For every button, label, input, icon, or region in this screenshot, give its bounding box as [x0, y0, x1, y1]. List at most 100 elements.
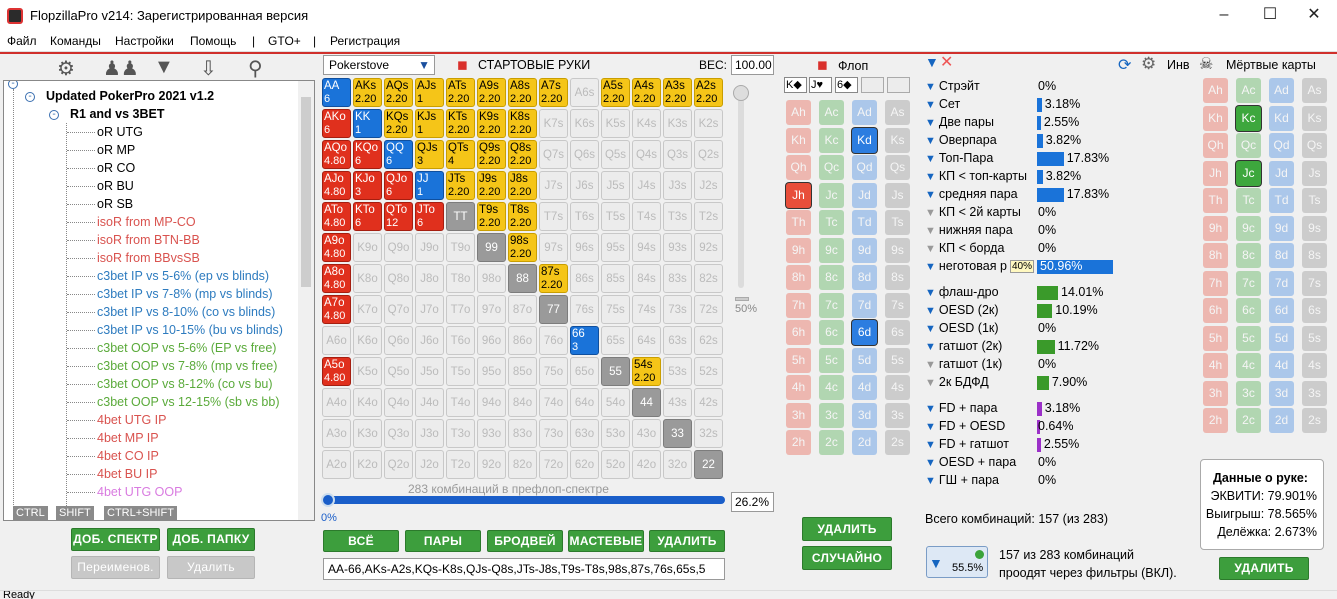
hand-cell-T7o[interactable]: T7o [446, 295, 475, 324]
hand-cell-QTo[interactable]: QTo 12 [384, 202, 413, 231]
hand-cell-T7s[interactable]: T7s [539, 202, 568, 231]
hand-cell-97o[interactable]: 97o [477, 295, 506, 324]
filter-icon[interactable]: ▼ [925, 359, 936, 371]
hand-cell-J8s[interactable]: J8s 2.20 [508, 171, 537, 200]
tree-item[interactable]: oR MP [97, 143, 135, 157]
dead-card-2s[interactable]: 2s [1302, 408, 1327, 433]
invert-label[interactable]: Инв [1167, 58, 1190, 72]
filter-row[interactable]: ▼ ГШ + пара [925, 473, 999, 487]
flop-card-2[interactable]: J♥ [809, 77, 832, 93]
hand-cell-AQs[interactable]: AQs 2.20 [384, 78, 413, 107]
dead-card-4s[interactable]: 4s [1302, 353, 1327, 378]
flop-card-9c[interactable]: 9c [819, 237, 844, 263]
dead-card-5d[interactable]: 5d [1269, 325, 1294, 351]
flop-card-8s[interactable]: 8s [885, 265, 910, 290]
broadway-button[interactable]: БРОДВЕЙ [487, 530, 563, 552]
weight-input[interactable]: 100.00 [731, 55, 774, 75]
filter-icon[interactable]: ▼ [925, 135, 936, 147]
flop-card-Th[interactable]: Th [786, 210, 811, 235]
tree-item[interactable]: c3bet OOP vs 5-6% (EP vs free) [97, 341, 276, 355]
flop-card-Jc[interactable]: Jc [819, 182, 844, 208]
hand-cell-94o[interactable]: 94o [477, 388, 506, 417]
menu-settings[interactable]: Настройки [115, 34, 174, 48]
hand-cell-54s[interactable]: 54s 2.20 [632, 357, 661, 386]
hand-cell-ATs[interactable]: ATs 2.20 [446, 78, 475, 107]
hand-cell-A9s[interactable]: A9s 2.20 [477, 78, 506, 107]
filter-row[interactable]: ▼ FD + гатшот [925, 437, 1009, 451]
filter-row[interactable]: ▼ неготовая р [925, 259, 1007, 273]
filter-row[interactable]: ▼ OESD (2к) [925, 303, 999, 317]
flop-card-5h[interactable]: 5h [786, 347, 811, 373]
hand-cell-T2s[interactable]: T2s [694, 202, 723, 231]
flop-card-Qh[interactable]: Qh [786, 155, 811, 180]
flop-card-5s[interactable]: 5s [885, 347, 910, 373]
filter-icon[interactable]: ▼ [925, 171, 936, 183]
hand-cell-Q5s[interactable]: Q5s [601, 140, 630, 169]
hand-cell-K9o[interactable]: K9o [353, 233, 382, 262]
hand-cell-62o[interactable]: 62o [570, 450, 599, 479]
hand-cell-Q3s[interactable]: Q3s [663, 140, 692, 169]
flop-card-Qd[interactable]: Qd [852, 155, 877, 180]
hand-cell-Q8s[interactable]: Q8s 2.20 [508, 140, 537, 169]
flop-card-Kd[interactable]: Kd [852, 127, 877, 153]
tree-item[interactable]: oR BU [97, 179, 134, 193]
hand-cell-K3s[interactable]: K3s [663, 109, 692, 138]
hand-cell-Q8o[interactable]: Q8o [384, 264, 413, 293]
hand-cell-52o[interactable]: 52o [601, 450, 630, 479]
hand-cell-J3s[interactable]: J3s [663, 171, 692, 200]
range-text-input[interactable]: AA-66,AKs-A2s,KQs-K8s,QJs-Q8s,JTs-J8s,T9… [323, 558, 725, 580]
hand-cell-T3o[interactable]: T3o [446, 419, 475, 448]
hand-cell-75o[interactable]: 75o [539, 357, 568, 386]
hand-cell-87s[interactable]: 87s 2.20 [539, 264, 568, 293]
hand-cell-AA[interactable]: AA 6 [322, 78, 351, 107]
hand-cell-93s[interactable]: 93s [663, 233, 692, 262]
tree-item[interactable]: oR UTG [97, 125, 143, 139]
dead-card-Qs[interactable]: Qs [1302, 133, 1327, 158]
combo-slider-track[interactable] [323, 496, 725, 504]
hand-cell-88[interactable]: 88 [508, 264, 537, 293]
collapse-icon[interactable]: - [25, 92, 35, 102]
filter-icon[interactable]: ▼ [925, 117, 936, 129]
hand-cell-53o[interactable]: 53o [601, 419, 630, 448]
flop-card-9h[interactable]: 9h [786, 237, 811, 263]
filter-row[interactable]: ▼ гатшот (2к) [925, 339, 1002, 353]
hand-cell-52s[interactable]: 52s [694, 357, 723, 386]
delete-button[interactable]: Удалить [167, 556, 255, 579]
flop-card-4h[interactable]: 4h [786, 375, 811, 400]
filter-icon[interactable]: ▼ [925, 207, 936, 219]
hand-cell-64s[interactable]: 64s [632, 326, 661, 355]
weight-slider-thumb[interactable] [733, 85, 749, 101]
hand-cell-A2o[interactable]: A2o [322, 450, 351, 479]
hand-cell-J2o[interactable]: J2o [415, 450, 444, 479]
hand-cell-96s[interactable]: 96s [570, 233, 599, 262]
hand-cell-J7s[interactable]: J7s [539, 171, 568, 200]
add-folder-button[interactable]: ДОБ. ПАПКУ [167, 528, 255, 551]
hand-cell-77[interactable]: 77 [539, 295, 568, 324]
tree-item[interactable]: isoR from MP-CO [97, 215, 196, 229]
flop-card-2c[interactable]: 2c [819, 430, 844, 455]
hand-cell-96o[interactable]: 96o [477, 326, 506, 355]
dead-card-5c[interactable]: 5c [1236, 325, 1261, 351]
hand-cell-32o[interactable]: 32o [663, 450, 692, 479]
hand-cell-Q9s[interactable]: Q9s 2.20 [477, 140, 506, 169]
flop-card-Ad[interactable]: Ad [852, 100, 877, 125]
dead-card-3s[interactable]: 3s [1302, 380, 1327, 406]
tree-folder[interactable]: R1 and vs 3BET [70, 107, 164, 121]
hand-cell-42o[interactable]: 42o [632, 450, 661, 479]
hand-cell-AJs[interactable]: AJs 1 [415, 78, 444, 107]
filter-row[interactable]: ▼ КП < топ-карты [925, 169, 1027, 183]
dead-card-Ts[interactable]: Ts [1302, 188, 1327, 213]
hand-cell-T3s[interactable]: T3s [663, 202, 692, 231]
hand-cell-A5o[interactable]: A5o 4.80 [322, 357, 351, 386]
range-tree[interactable]: - - Updated PokerPro 2021 v1.2 - R1 and … [3, 80, 315, 521]
filter-row[interactable]: ▼ КП < 2й карты [925, 205, 1021, 219]
tree-item[interactable]: 4bet UTG OOP [97, 485, 182, 499]
filter-icon[interactable]: ▼ [925, 99, 936, 111]
tree-item[interactable]: oR CO [97, 161, 135, 175]
flop-card-6c[interactable]: 6c [819, 320, 844, 345]
dead-card-5h[interactable]: 5h [1203, 325, 1228, 351]
filter-icon[interactable]: ▼ [925, 225, 936, 237]
dead-card-Kd[interactable]: Kd [1269, 105, 1294, 131]
hand-cell-98o[interactable]: 98o [477, 264, 506, 293]
hand-cell-64o[interactable]: 64o [570, 388, 599, 417]
